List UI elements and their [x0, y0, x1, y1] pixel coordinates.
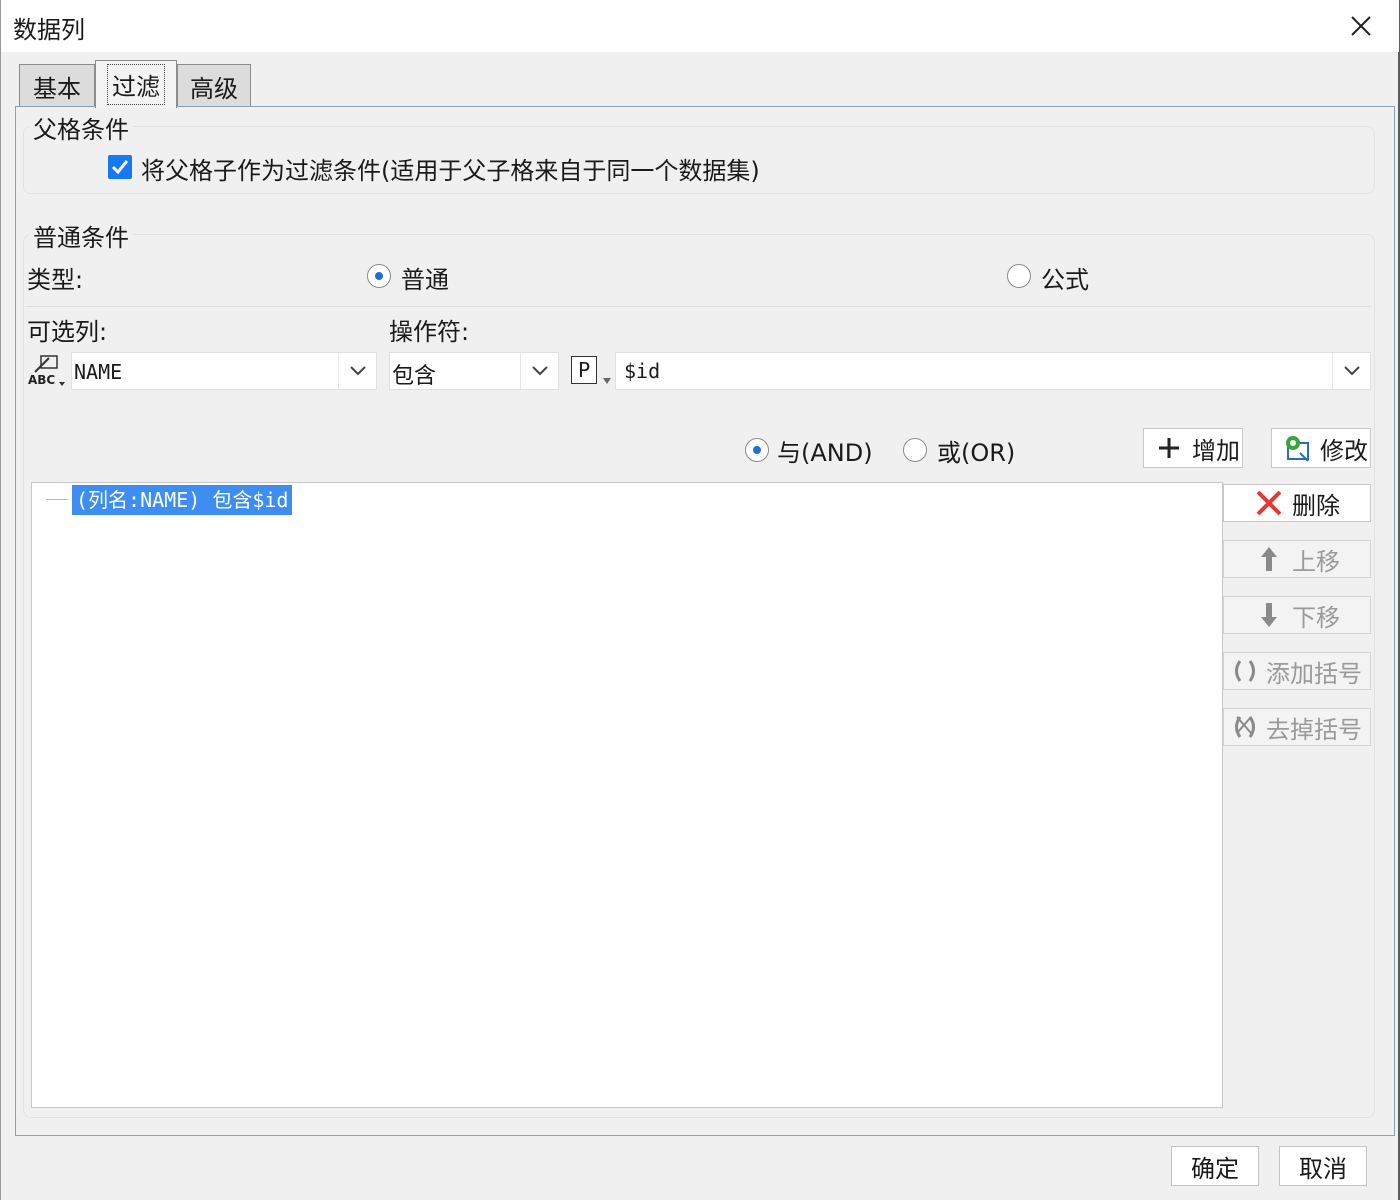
operator-label: 操作符:	[389, 318, 470, 346]
add-button-label: 增加	[1192, 436, 1240, 465]
tab-advanced[interactable]: 高级	[177, 64, 251, 108]
column-type-button[interactable]: ABC	[27, 354, 69, 390]
plus-icon	[1154, 433, 1184, 463]
value-select-text: $id	[624, 359, 661, 383]
column-label: 可选列:	[27, 318, 108, 346]
cancel-button[interactable]: 取消	[1279, 1146, 1367, 1186]
tree-connector	[46, 499, 68, 500]
modify-button-label: 修改	[1320, 436, 1368, 465]
operator-select-arrow[interactable]	[520, 353, 558, 389]
value-select[interactable]: $id	[615, 352, 1371, 390]
parent-condition-title: 父格条件	[29, 110, 133, 145]
arrow-up-icon	[1254, 544, 1284, 574]
tab-basic[interactable]: 基本	[19, 64, 95, 108]
param-badge-text: P	[577, 358, 591, 382]
operator-select[interactable]: 包含	[389, 352, 559, 390]
move-down-button[interactable]: 下移	[1223, 596, 1371, 634]
move-up-button[interactable]: 上移	[1223, 540, 1371, 578]
svg-text:ABC: ABC	[28, 373, 55, 387]
remove-brackets-icon	[1230, 712, 1260, 742]
move-down-label: 下移	[1292, 603, 1340, 632]
ok-button[interactable]: 确定	[1171, 1146, 1259, 1186]
remove-bracket-button[interactable]: 去掉括号	[1223, 708, 1371, 746]
add-bracket-button[interactable]: 添加括号	[1223, 652, 1371, 690]
operator-select-value: 包含	[392, 364, 437, 389]
column-select[interactable]: NAME	[71, 352, 377, 390]
check-icon	[111, 160, 129, 175]
type-normal-radio[interactable]	[367, 264, 391, 288]
modify-gear-icon	[1282, 433, 1312, 463]
chevron-down-icon	[531, 366, 548, 376]
delete-button[interactable]: 删除	[1223, 484, 1371, 522]
ok-button-label: 确定	[1191, 1154, 1239, 1183]
column-select-value: NAME	[74, 360, 123, 384]
normal-condition-title: 普通条件	[29, 218, 133, 253]
conditions-list[interactable]: (列名:NAME) 包含$id	[31, 482, 1223, 1108]
add-bracket-label: 添加括号	[1266, 659, 1362, 688]
type-formula-radio[interactable]	[1007, 264, 1031, 288]
dialog-title: 数据列	[13, 16, 85, 44]
type-label: 类型:	[27, 266, 84, 294]
tab-basic-label: 基本	[33, 75, 81, 103]
delete-x-icon	[1254, 488, 1284, 518]
abc-column-icon: ABC	[28, 355, 65, 387]
chevron-down-icon	[349, 366, 366, 376]
small-triangle-icon	[603, 378, 611, 384]
tab-filter-label: 过滤	[107, 64, 165, 105]
type-formula-label: 公式	[1041, 266, 1089, 294]
value-select-arrow[interactable]	[1332, 353, 1370, 389]
cancel-button-label: 取消	[1299, 1154, 1347, 1183]
column-select-arrow[interactable]	[338, 353, 376, 389]
divider	[25, 306, 1371, 307]
arrow-down-icon	[1254, 600, 1284, 630]
close-button[interactable]	[1333, 4, 1389, 48]
modify-button[interactable]: 修改	[1271, 428, 1371, 468]
param-type-button[interactable]: P	[569, 354, 613, 390]
parent-filter-label: 将父格子作为过滤条件(适用于父子格来自于同一个数据集)	[141, 157, 760, 185]
tab-advanced-label: 高级	[190, 75, 238, 103]
title-bar: 数据列	[1, 0, 1399, 52]
parent-filter-checkbox[interactable]	[108, 155, 132, 179]
close-icon	[1351, 16, 1371, 36]
logic-and-radio[interactable]	[745, 438, 769, 462]
logic-or-label: 或(OR)	[937, 439, 1016, 467]
tab-filter[interactable]: 过滤	[95, 60, 177, 108]
delete-button-label: 删除	[1292, 491, 1340, 520]
type-normal-label: 普通	[401, 266, 449, 294]
add-button[interactable]: 增加	[1143, 428, 1243, 468]
logic-or-radio[interactable]	[903, 438, 927, 462]
chevron-down-icon	[1343, 366, 1360, 376]
remove-bracket-label: 去掉括号	[1266, 715, 1362, 744]
condition-item[interactable]: (列名:NAME) 包含$id	[72, 485, 293, 515]
move-up-label: 上移	[1292, 547, 1340, 576]
data-column-dialog: 数据列 基本 过滤 高级 父格条件 将父格子作为过滤条件(适用于父子格来自于同一…	[0, 0, 1400, 1200]
logic-and-label: 与(AND)	[777, 439, 873, 467]
brackets-icon	[1230, 656, 1260, 686]
param-icon: P	[571, 356, 597, 384]
